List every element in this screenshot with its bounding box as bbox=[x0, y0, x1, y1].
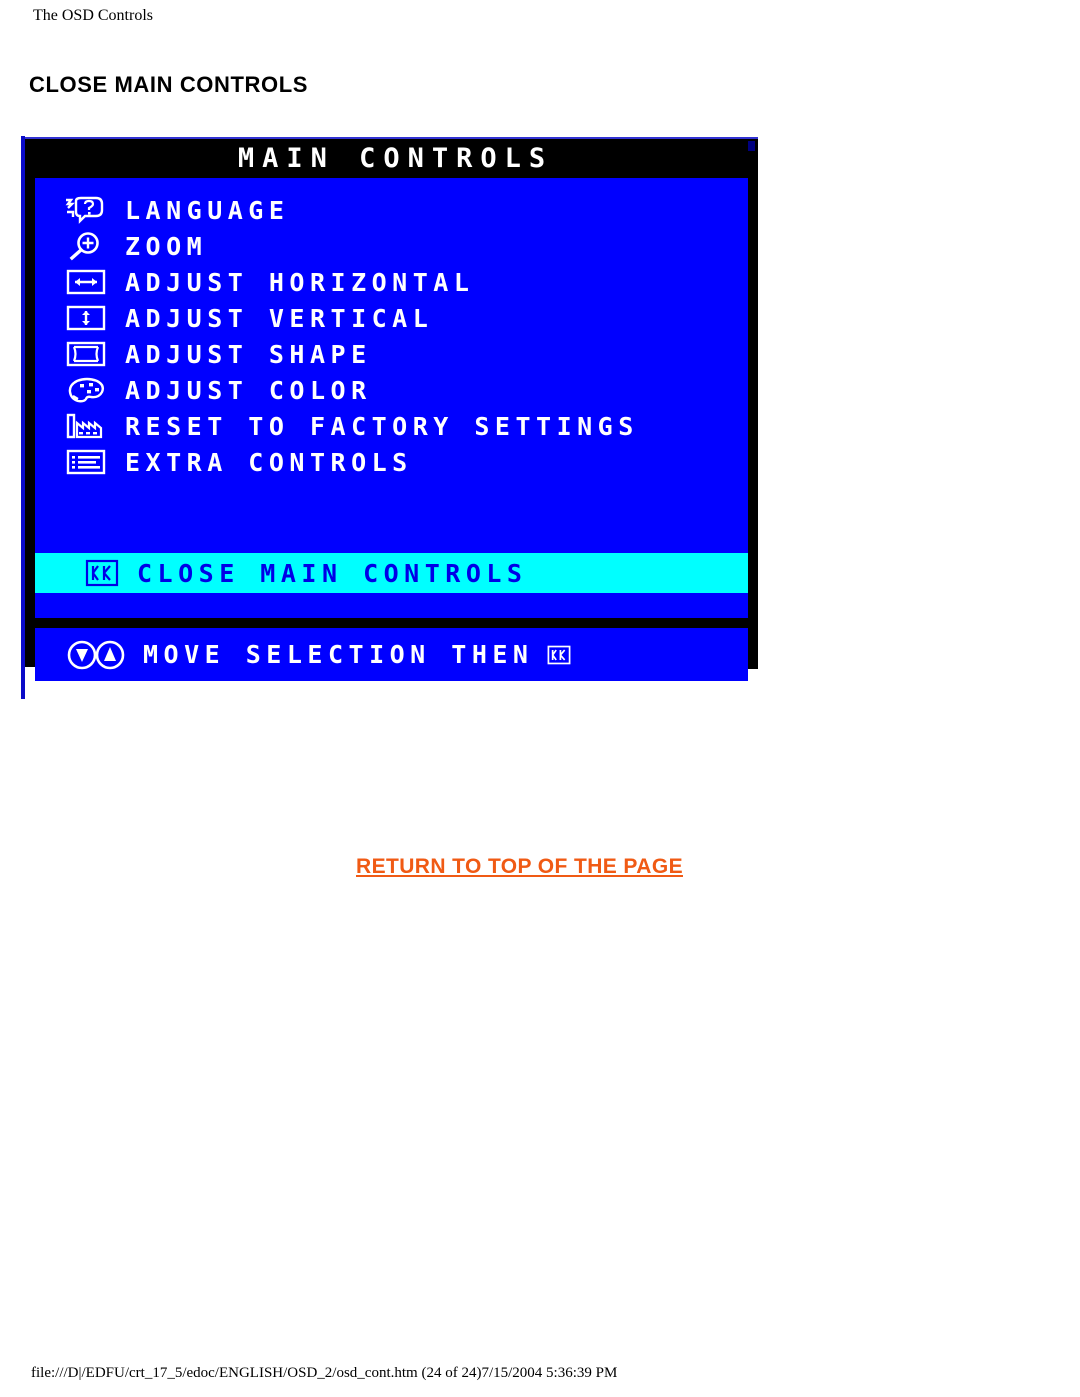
osd-menu-item-adjust-horizontal[interactable]: ADJUST HORIZONTAL bbox=[35, 264, 748, 300]
osd-separator-bar bbox=[25, 618, 758, 628]
osd-menu-item-adjust-shape[interactable]: ADJUST SHAPE bbox=[35, 336, 748, 372]
osd-right-corner-marker bbox=[748, 141, 755, 151]
pincushion-shape-icon bbox=[66, 341, 106, 367]
page-title: CLOSE MAIN CONTROLS bbox=[29, 72, 309, 97]
osd-menu-item-zoom[interactable]: ZOOM bbox=[35, 228, 748, 264]
osd-menu-label: EXTRA CONTROLS bbox=[125, 447, 413, 477]
factory-icon bbox=[66, 413, 103, 439]
osd-menu-item-adjust-color[interactable]: ADJUST COLOR bbox=[35, 372, 748, 408]
osd-menu-screenshot: MAIN CONTROLS LANGUAGE ZOOM ADJUST HORIZ… bbox=[25, 137, 758, 681]
osd-lower-strip bbox=[35, 593, 748, 618]
osd-menu-item-extra-controls[interactable]: EXTRA CONTROLS bbox=[35, 444, 748, 480]
osd-menu-label: LANGUAGE bbox=[125, 195, 290, 225]
page-header: The OSD Controls bbox=[33, 7, 153, 24]
osd-menu-label: ADJUST SHAPE bbox=[125, 339, 372, 369]
up-down-arrow-buttons-icon[interactable] bbox=[67, 638, 125, 672]
osd-menu-item-language[interactable]: LANGUAGE bbox=[35, 192, 748, 228]
footer-file-path: file:///D|/EDFU/crt_17_5/edoc/ENGLISH/OS… bbox=[31, 1365, 618, 1381]
osd-menu-label: ADJUST HORIZONTAL bbox=[125, 267, 475, 297]
osd-right-edge bbox=[748, 139, 758, 669]
osd-menu-item-adjust-vertical[interactable]: ADJUST VERTICAL bbox=[35, 300, 748, 336]
magnifier-plus-icon bbox=[69, 232, 99, 261]
osd-hint-text: MOVE SELECTION THEN bbox=[143, 640, 534, 669]
osd-menu-item-close-main-controls-selected[interactable]: CLOSE MAIN CONTROLS bbox=[35, 553, 748, 593]
list-lines-icon bbox=[66, 449, 106, 475]
color-palette-icon bbox=[68, 377, 105, 403]
horizontal-arrows-icon bbox=[66, 269, 106, 295]
osd-menu-panel: LANGUAGE ZOOM ADJUST HORIZONTAL ADJUST V… bbox=[35, 178, 748, 553]
osd-menu-label: ADJUST VERTICAL bbox=[125, 303, 434, 333]
vertical-arrows-icon bbox=[66, 305, 106, 331]
speech-question-icon bbox=[65, 196, 104, 224]
osd-menu-item-reset-factory[interactable]: RESET TO FACTORY SETTINGS bbox=[35, 408, 748, 444]
osd-hint-bar: MOVE SELECTION THEN bbox=[35, 628, 748, 681]
osd-title-text: MAIN CONTROLS bbox=[237, 143, 554, 174]
osd-menu-label: ADJUST COLOR bbox=[125, 375, 372, 405]
osd-menu-label: RESET TO FACTORY SETTINGS bbox=[125, 411, 639, 441]
osd-menu-label: ZOOM bbox=[125, 231, 208, 261]
return-to-top-link[interactable]: RETURN TO TOP OF THE PAGE bbox=[356, 855, 683, 879]
osd-selected-label: CLOSE MAIN CONTROLS bbox=[137, 558, 528, 588]
ok-button-icon bbox=[548, 645, 571, 664]
osd-title-bar: MAIN CONTROLS bbox=[25, 139, 758, 178]
ok-button-icon bbox=[85, 559, 119, 587]
